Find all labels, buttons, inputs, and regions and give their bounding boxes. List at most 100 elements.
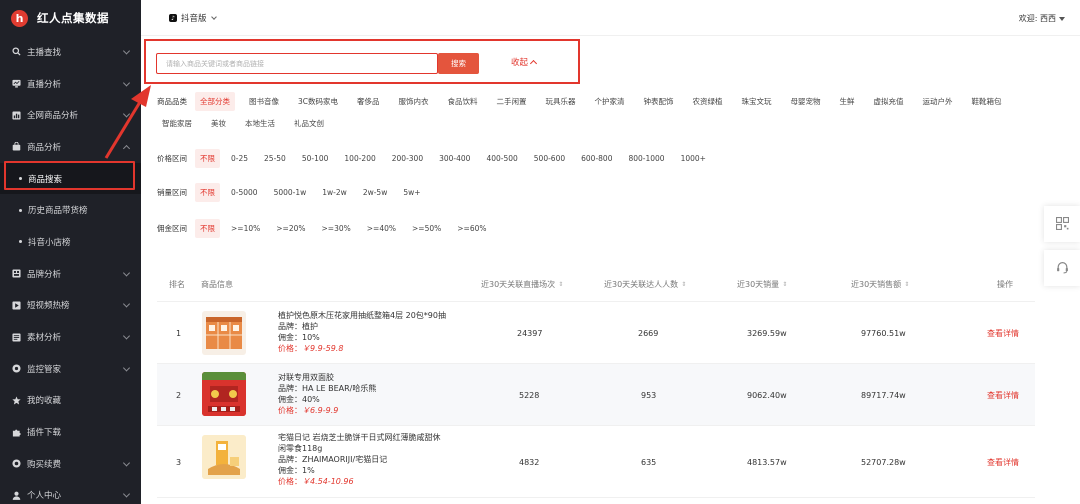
product-title[interactable]: 宅猫日记 岩烧芝士脆饼干日式网红薄脆咸甜休: [278, 432, 441, 443]
sales-chip[interactable]: 0-5000: [226, 184, 263, 201]
category-chip[interactable]: 服饰内衣: [394, 92, 434, 111]
price-chip[interactable]: 25-50: [259, 150, 291, 167]
search-button[interactable]: 搜索: [438, 53, 479, 74]
category-chip[interactable]: 二手闲置: [492, 92, 532, 111]
search-input[interactable]: [156, 53, 438, 74]
headset-icon: [1056, 261, 1069, 276]
category-chip[interactable]: 珠宝文玩: [737, 92, 777, 111]
table-row: 3 宅猫日记 岩烧芝士脆饼干日式网红薄脆咸甜休 闲零食118g 品牌：ZHAIM…: [157, 426, 1035, 498]
commission-chip[interactable]: >=40%: [362, 220, 401, 237]
price-chip[interactable]: 50-100: [297, 150, 334, 167]
user-menu[interactable]: 欢迎: 西西: [1019, 13, 1065, 24]
sales-chip[interactable]: 1w-2w: [317, 184, 352, 201]
sort-icon: ⇕: [904, 280, 910, 288]
puzzle-icon: [12, 428, 21, 437]
price-chip[interactable]: 800-1000: [623, 150, 669, 167]
caret-down-icon: [1059, 16, 1065, 21]
price-chip[interactable]: 不限: [195, 149, 220, 168]
price-chip[interactable]: 400-500: [481, 150, 522, 167]
view-details-link[interactable]: 查看详情: [987, 364, 1019, 426]
category-chip[interactable]: 图书音像: [244, 92, 284, 111]
header-action: 操作: [997, 280, 1013, 289]
view-details-link[interactable]: 查看详情: [987, 426, 1019, 498]
sidebar-item-live-analysis[interactable]: 直播分析: [0, 68, 141, 100]
category-chip[interactable]: 3C数码家电: [293, 92, 343, 111]
sidebar-item-brand-analysis[interactable]: 品牌分析: [0, 258, 141, 290]
product-thumbnail[interactable]: [202, 311, 246, 355]
category-chip[interactable]: 鞋靴箱包: [967, 92, 1007, 111]
product-title[interactable]: 对联专用双面胶: [278, 372, 376, 383]
price-chip[interactable]: 300-400: [434, 150, 475, 167]
product-title[interactable]: 植护悦色原木压花家用抽纸整箱4层 20包*90抽: [278, 310, 446, 321]
category-chip[interactable]: 生鲜: [835, 92, 860, 111]
product-brand: 品牌：ZHAIMAORIJI/宅猫日记: [278, 455, 388, 464]
category-chip[interactable]: 美妆: [206, 114, 231, 133]
category-chip[interactable]: 奢侈品: [352, 92, 385, 111]
logo-icon: h: [11, 9, 28, 27]
sales-chip[interactable]: 5000-1w: [269, 184, 312, 201]
category-chip[interactable]: 个护家清: [590, 92, 630, 111]
category-chip[interactable]: 智能家居: [157, 114, 197, 133]
view-details-link[interactable]: 查看详情: [987, 302, 1019, 364]
category-chip[interactable]: 虚拟充值: [869, 92, 909, 111]
sidebar-item-label: 监控管家: [27, 364, 62, 375]
sidebar: h 红人点集数据 主播查找 直播分析 全网商品分析 商品分析 商品搜索 历史商品…: [0, 0, 141, 504]
price-chip[interactable]: 500-600: [529, 150, 570, 167]
commission-chip[interactable]: >=20%: [271, 220, 310, 237]
sales-chip[interactable]: 5w+: [398, 184, 425, 201]
category-chip[interactable]: 食品饮料: [443, 92, 483, 111]
category-chip[interactable]: 玩具乐器: [541, 92, 581, 111]
chevron-down-icon: [122, 490, 131, 499]
sidebar-item-anchor-search[interactable]: 主播查找: [0, 36, 141, 68]
header-kol-count[interactable]: 近30天关联达人人数 ⇕: [604, 267, 686, 302]
header-live-sessions[interactable]: 近30天关联直播场次 ⇕: [481, 267, 563, 302]
sidebar-item-purchase-renew[interactable]: 购买续费: [0, 448, 141, 480]
category-chip[interactable]: 礼品文创: [289, 114, 329, 133]
sidebar-item-material-analysis[interactable]: 素材分析: [0, 321, 141, 353]
chevron-down-icon: [122, 78, 131, 87]
platform-switcher[interactable]: ♪ 抖音版: [169, 12, 217, 24]
rank-cell: 2: [176, 390, 182, 400]
sidebar-subitem-history-ranking[interactable]: 历史商品带货榜: [0, 194, 141, 226]
chart-icon: [12, 111, 21, 120]
sidebar-item-favorites[interactable]: 我的收藏: [0, 385, 141, 417]
sales-chip[interactable]: 不限: [195, 183, 220, 202]
header-revenue[interactable]: 近30天销售额 ⇕: [851, 267, 909, 302]
commission-chip[interactable]: >=10%: [226, 220, 265, 237]
price-chip[interactable]: 100-200: [339, 150, 380, 167]
sidebar-item-network-product[interactable]: 全网商品分析: [0, 99, 141, 131]
monitor-icon: [12, 79, 21, 88]
qr-code-tool[interactable]: [1044, 206, 1080, 242]
product-title-line2[interactable]: 闲零食118g: [278, 443, 441, 454]
sort-icon: ⇕: [558, 280, 564, 288]
sidebar-item-short-video-hot[interactable]: 短视频热榜: [0, 290, 141, 322]
product-thumbnail[interactable]: [202, 372, 246, 416]
price-chip[interactable]: 200-300: [387, 150, 428, 167]
price-chip[interactable]: 1000+: [676, 150, 711, 167]
sidebar-item-label: 购买续费: [27, 459, 62, 470]
header-sales[interactable]: 近30天销量 ⇕: [737, 267, 787, 302]
category-chip[interactable]: 本地生活: [240, 114, 280, 133]
sales-chip[interactable]: 2w-5w: [358, 184, 393, 201]
commission-chip[interactable]: 不限: [195, 219, 220, 238]
category-chip[interactable]: 运动户外: [918, 92, 958, 111]
category-chip[interactable]: 钟表配饰: [639, 92, 679, 111]
collapse-toggle[interactable]: 收起: [511, 56, 538, 68]
sidebar-item-product-analysis[interactable]: 商品分析: [0, 131, 141, 163]
logo[interactable]: h 红人点集数据: [0, 0, 141, 36]
commission-chip[interactable]: >=60%: [452, 220, 491, 237]
sidebar-item-monitor-butler[interactable]: 监控管家: [0, 353, 141, 385]
sidebar-item-personal-center[interactable]: 个人中心: [0, 480, 141, 504]
product-thumbnail[interactable]: [202, 435, 246, 479]
sidebar-item-plugin-download[interactable]: 插件下载: [0, 416, 141, 448]
price-chip[interactable]: 600-800: [576, 150, 617, 167]
category-chip[interactable]: 全部分类: [195, 92, 235, 111]
customer-service-tool[interactable]: [1044, 250, 1080, 286]
sidebar-subitem-douyin-shop-ranking[interactable]: 抖音小店榜: [0, 226, 141, 258]
category-chip[interactable]: 农资绿植: [688, 92, 728, 111]
commission-chip[interactable]: >=50%: [407, 220, 446, 237]
category-chip[interactable]: 母婴宠物: [786, 92, 826, 111]
top-bar: ♪ 抖音版 欢迎: 西西: [141, 0, 1080, 36]
commission-chip[interactable]: >=30%: [317, 220, 356, 237]
price-chip[interactable]: 0-25: [226, 150, 253, 167]
